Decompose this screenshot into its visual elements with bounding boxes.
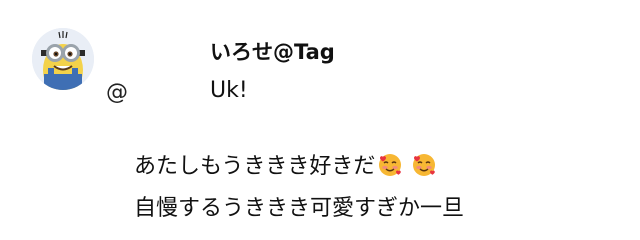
post-line-1: あたしもうききき好きだ — [134, 152, 437, 182]
smiling-face-with-hearts-icon — [413, 154, 436, 176]
post-line-2: 自慢するうききき可愛すぎか一旦 — [134, 196, 465, 221]
username[interactable]: いろせ@Tag — [210, 36, 335, 66]
avatar[interactable] — [32, 28, 94, 90]
reply-text: Uk! — [210, 78, 248, 103]
post-line-1-text: あたしもうききき好きだ — [134, 154, 376, 179]
mention-button[interactable]: @ — [106, 80, 128, 105]
minion-avatar-icon — [32, 28, 94, 90]
smiling-face-with-hearts-icon — [379, 154, 402, 176]
